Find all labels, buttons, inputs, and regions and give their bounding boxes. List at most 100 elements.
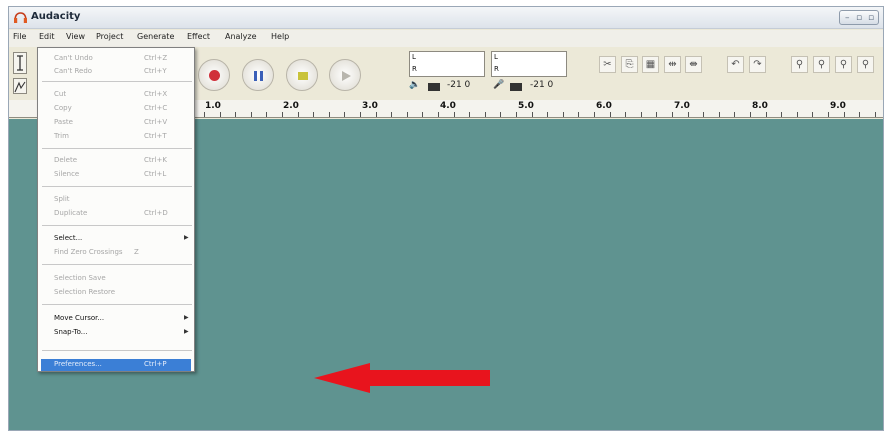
record-meter-scale: -21 0 [530, 80, 554, 90]
menu-item-move-cursor[interactable]: Move Cursor... [54, 314, 104, 322]
menu-generate[interactable]: Generate [137, 32, 174, 41]
playback-volume-dropdown[interactable] [428, 83, 440, 91]
trim-icon[interactable]: ⇹ [664, 56, 681, 73]
ruler-minor-tick [656, 112, 658, 117]
playback-meter: L R [409, 51, 485, 77]
menu-item-undo[interactable]: Can't Undo [54, 54, 93, 62]
ruler-minor-tick [516, 112, 517, 117]
ruler-tick: 9.0 [830, 101, 846, 111]
ruler-minor-tick [687, 112, 689, 117]
menu-item-duplicate[interactable]: Duplicate [54, 209, 87, 217]
pause-icon [254, 71, 263, 81]
ruler-minor-tick [219, 112, 221, 117]
close-icon[interactable]: ▫ [868, 13, 874, 23]
menu-item-redo[interactable]: Can't Redo [54, 67, 92, 75]
ruler-minor-tick [344, 112, 346, 117]
redo-icon[interactable]: ↷ [749, 56, 766, 73]
ruler-tick: 4.0 [440, 101, 456, 111]
menu-separator [42, 225, 192, 226]
record-volume-dropdown[interactable] [510, 83, 522, 91]
menu-item-selection-restore[interactable]: Selection Restore [54, 288, 115, 296]
menu-item-select[interactable]: Select... [54, 234, 82, 242]
ruler-minor-tick [640, 112, 642, 117]
ruler-minor-tick [406, 112, 408, 117]
zoom-in-icon[interactable]: ⚲ [813, 56, 830, 73]
menu-effect[interactable]: Effect [187, 32, 210, 41]
sync-lock-icon[interactable]: ⚲ [791, 56, 808, 73]
menu-separator [42, 304, 192, 305]
menu-item-find-zero-crossings[interactable]: Find Zero Crossings [54, 248, 123, 256]
zoom-out-icon[interactable]: ⚲ [835, 56, 852, 73]
ruler-minor-tick [328, 112, 330, 117]
ruler-minor-tick [812, 112, 814, 117]
menu-item-selection-save[interactable]: Selection Save [54, 274, 106, 282]
menu-item-silence[interactable]: Silence [54, 170, 79, 178]
copy-icon[interactable]: ⎘ [621, 56, 638, 73]
undo-icon[interactable]: ↶ [727, 56, 744, 73]
window-controls[interactable]: – ▫ ▫ [839, 10, 879, 25]
ibeam-icon [17, 55, 23, 71]
menu-view[interactable]: View [66, 32, 85, 41]
menu-separator [42, 148, 192, 149]
audacity-logo-icon [14, 12, 27, 23]
menu-item-delete[interactable]: Delete [54, 156, 77, 164]
ruler-minor-tick [703, 112, 705, 117]
menu-item-split[interactable]: Split [54, 195, 70, 203]
maximize-icon[interactable]: ▫ [856, 13, 862, 23]
pause-button[interactable] [242, 59, 274, 91]
playback-meter-scale: -21 0 [447, 80, 471, 90]
menu-item-preferences[interactable]: Preferences... Ctrl+P [41, 359, 191, 371]
submenu-arrow-icon: ▶ [184, 234, 189, 241]
ruler-minor-tick [531, 112, 533, 117]
ruler-minor-tick [391, 112, 393, 117]
ruler-minor-tick [562, 112, 564, 117]
ruler-minor-tick [453, 112, 455, 117]
menu-separator [42, 81, 192, 82]
ruler-minor-tick [578, 112, 580, 117]
menu-item-snap-to[interactable]: Snap-To... [54, 328, 87, 336]
ruler-minor-tick [828, 112, 829, 117]
fit-selection-icon[interactable]: ⚲ [857, 56, 874, 73]
ruler-minor-tick [672, 112, 673, 117]
microphone-icon: 🎤 [493, 80, 505, 90]
edit-menu-dropdown: Can't Undo Ctrl+Z Can't Redo Ctrl+Y Cut … [37, 47, 195, 372]
menu-file[interactable]: File [13, 32, 26, 41]
menu-item-copy[interactable]: Copy [54, 104, 72, 112]
ruler-minor-tick [297, 112, 299, 117]
envelope-tool-button[interactable] [13, 78, 27, 94]
cut-icon[interactable]: ✂ [599, 56, 616, 73]
ruler-minor-tick [781, 112, 783, 117]
ruler-minor-tick [438, 112, 439, 117]
record-meter: L R [491, 51, 567, 77]
ruler-minor-tick [422, 112, 424, 117]
ruler-minor-tick [250, 112, 252, 117]
ruler-minor-tick [859, 112, 861, 117]
ruler-tick: 7.0 [674, 101, 690, 111]
record-button[interactable] [198, 59, 230, 91]
menu-item-trim[interactable]: Trim [54, 132, 69, 140]
ruler-minor-tick [282, 112, 283, 117]
menu-analyze[interactable]: Analyze [225, 32, 257, 41]
minimize-icon[interactable]: – [845, 13, 850, 23]
silence-icon[interactable]: ⇼ [685, 56, 702, 73]
ruler-tick: 3.0 [362, 101, 378, 111]
ruler-minor-tick [204, 112, 205, 117]
ruler-minor-tick [594, 112, 595, 117]
menu-help[interactable]: Help [271, 32, 289, 41]
menu-item-cut[interactable]: Cut [54, 90, 66, 98]
paste-icon[interactable]: ▦ [642, 56, 659, 73]
ruler-minor-tick [469, 112, 471, 117]
ruler-tick: 8.0 [752, 101, 768, 111]
menu-edit[interactable]: Edit [39, 32, 55, 41]
ruler-minor-tick [500, 112, 502, 117]
ruler-minor-tick [734, 112, 736, 117]
selection-tool-button[interactable] [13, 52, 27, 74]
ruler-minor-tick [625, 112, 627, 117]
play-button[interactable] [329, 59, 361, 91]
ruler-minor-tick [547, 112, 549, 117]
speaker-icon: 🔈 [409, 80, 421, 90]
menu-item-paste[interactable]: Paste [54, 118, 73, 126]
title-bar: Audacity – ▫ ▫ [9, 7, 883, 29]
menu-project[interactable]: Project [96, 32, 123, 41]
stop-button[interactable] [286, 59, 318, 91]
